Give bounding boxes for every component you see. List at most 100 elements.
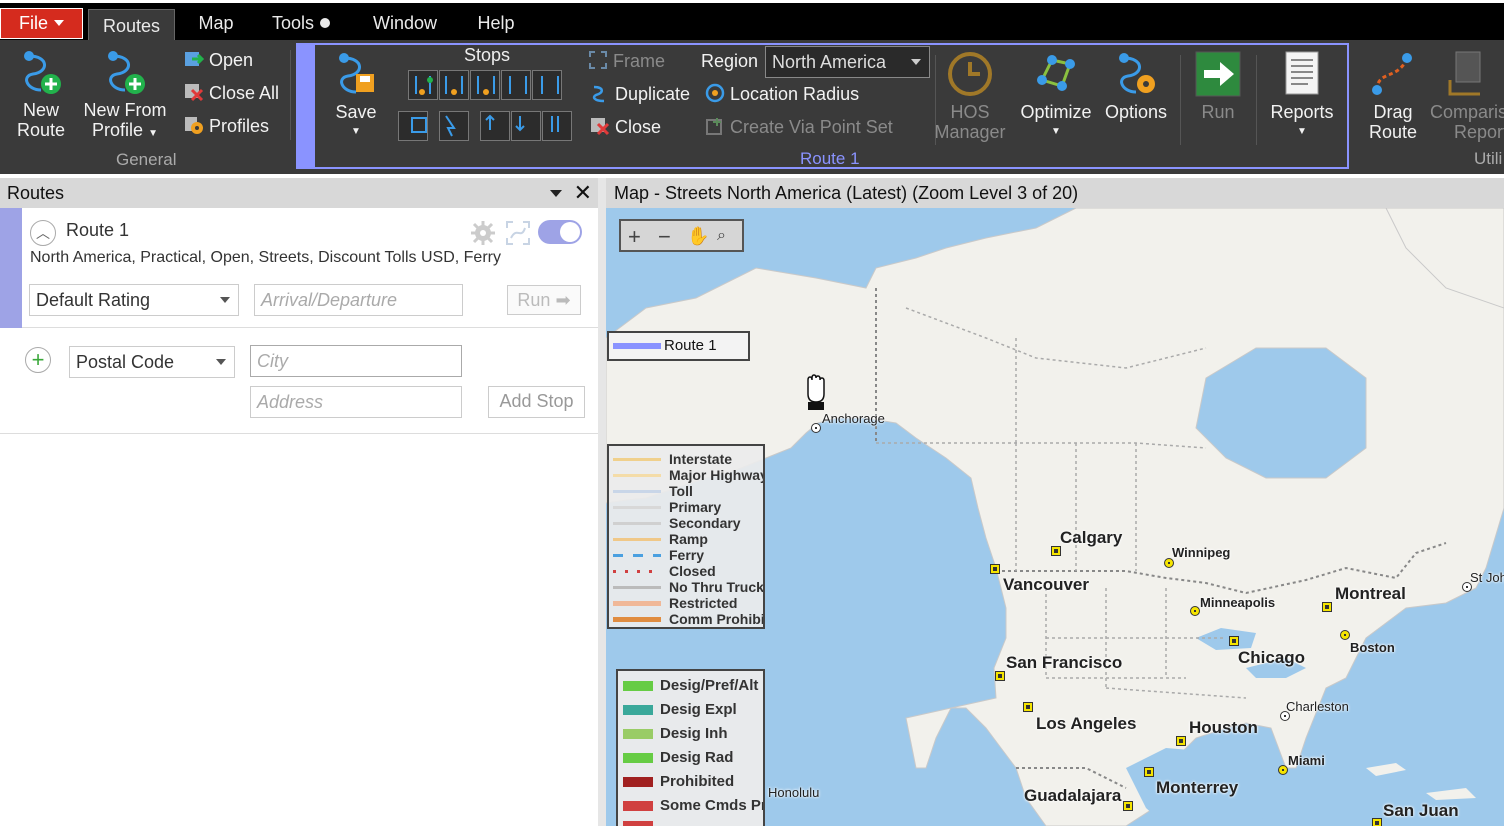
arrival-departure-input[interactable]: Arrival/Departure xyxy=(254,284,463,316)
pan-hand-icon[interactable]: ✋ xyxy=(687,226,709,247)
legend-swatch xyxy=(613,474,661,477)
options-button[interactable]: Options xyxy=(1102,50,1170,122)
via-point-set-icon xyxy=(706,118,722,135)
capital-marker[interactable] xyxy=(1123,801,1133,811)
ribbon-separator xyxy=(1256,55,1257,145)
legend-label: Comm Prohibi xyxy=(669,611,765,627)
zoom-in-icon[interactable]: + xyxy=(628,224,641,250)
route-visibility-toggle[interactable] xyxy=(538,220,582,244)
tab-map[interactable]: Map xyxy=(190,7,242,40)
new-from-profile-button[interactable]: New From Profile ▼ xyxy=(80,48,170,144)
save-label: Save xyxy=(335,102,377,122)
panel-splitter[interactable] xyxy=(598,178,606,826)
city-label-calgary: Calgary xyxy=(1060,528,1123,547)
open-icon xyxy=(185,52,204,66)
legend-row: No Thru Truck xyxy=(609,579,763,595)
drag-route-label-1: Drag xyxy=(1373,102,1413,122)
arrow-right-icon: ➡ xyxy=(555,290,571,310)
collapse-route-button[interactable]: ︿ xyxy=(30,220,56,246)
close-all-button[interactable]: Close All xyxy=(184,80,279,106)
capital-marker[interactable] xyxy=(1023,702,1033,712)
address-input[interactable]: Address xyxy=(250,386,462,418)
zoom-box-icon[interactable]: ⌕ xyxy=(717,227,726,245)
capital-marker[interactable] xyxy=(1144,767,1154,777)
legend-row: Toll xyxy=(609,483,763,499)
stops-label: Stops xyxy=(464,45,511,65)
city-label-minneapolis: Minneapolis xyxy=(1200,595,1276,610)
new-route-button[interactable]: New Route xyxy=(8,48,74,140)
routes-panel-title: Routes xyxy=(7,183,65,203)
route-run-button[interactable]: Run ➡ xyxy=(507,285,581,315)
new-from-profile-icon xyxy=(108,51,145,94)
close-panel-icon[interactable]: ✕ xyxy=(574,178,592,208)
hos-manager-button[interactable]: HOS Manager xyxy=(930,50,1010,142)
map-view[interactable]: + − ✋ ⌕ Route 1 Interstate Major Highway… xyxy=(606,208,1504,826)
reports-button[interactable]: Reports ▼ xyxy=(1266,50,1338,142)
legend-label: Restricted xyxy=(669,595,738,611)
create-via-point-set-button[interactable]: Create Via Point Set xyxy=(705,114,893,140)
open-button[interactable]: Open xyxy=(184,47,253,73)
capital-marker[interactable] xyxy=(1176,736,1186,746)
city-marker[interactable] xyxy=(1278,765,1288,775)
run-button[interactable]: Run xyxy=(1190,50,1246,122)
tab-routes[interactable]: Routes xyxy=(88,9,175,43)
legend-swatch xyxy=(613,617,661,622)
stop-type-select[interactable]: Postal Code xyxy=(69,346,235,378)
drag-route-button[interactable]: Drag Route xyxy=(1364,50,1422,142)
optimize-icon xyxy=(1037,55,1075,91)
new-from-profile-label-1: New From xyxy=(83,100,167,120)
legend-row: Comm Prohibi xyxy=(609,611,765,627)
save-icon xyxy=(339,53,374,94)
add-stop-button[interactable]: Add Stop xyxy=(488,386,585,418)
add-stop-plus-icon[interactable]: + xyxy=(25,347,51,373)
profiles-button[interactable]: Profiles xyxy=(184,113,269,139)
legend-swatch xyxy=(613,522,661,525)
tab-tools[interactable]: Tools xyxy=(264,7,338,40)
tab-window[interactable]: Window xyxy=(362,7,448,40)
city-marker[interactable] xyxy=(1190,606,1200,616)
optimize-button[interactable]: Optimize ▼ xyxy=(1018,50,1094,142)
close-route-icon xyxy=(591,118,610,136)
location-radius-button[interactable]: Location Radius xyxy=(705,81,859,107)
menu-file[interactable]: File xyxy=(0,8,83,39)
app-window: File Routes Map Tools Window Help New Ro… xyxy=(0,0,1504,826)
legend-row: Desig Rad xyxy=(618,747,763,769)
legend-swatch xyxy=(613,570,661,573)
city-input[interactable]: City xyxy=(250,345,462,377)
comparison-report-button[interactable]: Comparis Report xyxy=(1430,50,1504,142)
gear-icon[interactable] xyxy=(470,220,496,246)
capital-marker[interactable] xyxy=(1372,818,1382,826)
road-legend: Interstate Major Highway Toll Primary Se… xyxy=(607,444,765,629)
legend-row: Some Cmds Pr xyxy=(618,795,763,817)
route-legend-swatch xyxy=(613,343,661,349)
legend-label: Ferry xyxy=(669,547,705,563)
map-header: Map - Streets North America (Latest) (Zo… xyxy=(606,178,1504,208)
city-marker[interactable] xyxy=(1340,630,1350,640)
close-route-button[interactable]: Close xyxy=(590,114,661,140)
capital-marker[interactable] xyxy=(995,671,1005,681)
tab-window-label: Window xyxy=(372,13,438,33)
location-radius-label: Location Radius xyxy=(730,84,860,104)
frame-route-icon[interactable] xyxy=(505,220,531,246)
zoom-out-icon[interactable]: − xyxy=(658,224,671,250)
legend-label: Major Highway xyxy=(669,467,765,483)
create-via-point-set-label: Create Via Point Set xyxy=(730,117,893,137)
city-label-anchorage: Anchorage xyxy=(822,411,885,426)
route-run-label: Run xyxy=(517,290,551,310)
region-select[interactable]: North America xyxy=(765,46,930,78)
chevron-down-icon xyxy=(911,59,921,65)
capital-marker[interactable] xyxy=(1322,602,1332,612)
capital-marker[interactable] xyxy=(1229,636,1239,646)
tab-help[interactable]: Help xyxy=(466,7,526,40)
city-label-charleston: Charleston xyxy=(1286,699,1349,714)
frame-button[interactable]: Frame xyxy=(588,48,665,74)
hos-manager-label-2: Manager xyxy=(934,122,1006,142)
tab-map-label: Map xyxy=(198,13,234,33)
capital-marker[interactable] xyxy=(990,564,1000,574)
rating-select[interactable]: Default Rating xyxy=(29,284,239,316)
duplicate-button[interactable]: Duplicate xyxy=(590,81,690,107)
stops-icon-glyphs xyxy=(411,76,559,137)
city-marker[interactable] xyxy=(811,423,821,433)
panel-menu-icon[interactable] xyxy=(550,190,562,197)
save-button[interactable]: Save ▼ xyxy=(330,50,382,142)
